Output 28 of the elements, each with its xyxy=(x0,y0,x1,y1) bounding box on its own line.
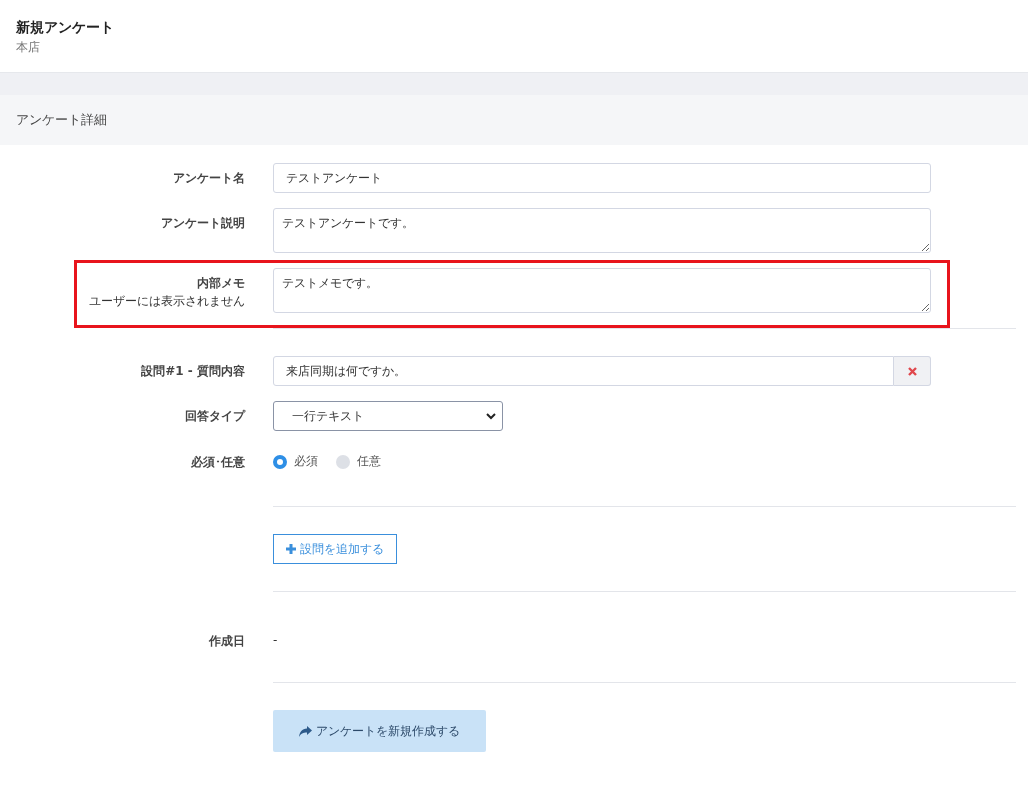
field-note: ユーザーには表示されません xyxy=(89,293,245,310)
field-label: 内部メモ xyxy=(197,275,245,292)
field-label: 必須･任意 xyxy=(191,454,245,471)
radio-button[interactable] xyxy=(336,454,350,469)
close-icon xyxy=(907,366,917,376)
field-label: アンケート名 xyxy=(173,170,245,187)
field-label: アンケート説明 xyxy=(161,215,245,232)
section-title: アンケート詳細 xyxy=(16,111,107,129)
question-field[interactable]: 来店同期は何ですか。 xyxy=(273,356,894,386)
text-field[interactable]: テストアンケート xyxy=(273,163,931,193)
field-label: 作成日 xyxy=(209,633,245,650)
create-survey-button[interactable]: アンケートを新規作成する xyxy=(273,710,486,752)
answer-type-select[interactable]: 一行テキスト xyxy=(273,401,503,431)
add-question-button[interactable]: 設問を追加する xyxy=(273,534,397,564)
store-name: 本店 xyxy=(16,39,41,56)
radio-button[interactable] xyxy=(273,454,287,469)
page-title: 新規アンケート xyxy=(16,19,115,37)
share-arrow-icon xyxy=(299,725,312,737)
created-date: - xyxy=(273,632,279,647)
field-label: 回答タイプ xyxy=(185,408,245,425)
textarea-field[interactable]: テストアンケートです。 xyxy=(273,208,931,253)
chevron-down-icon xyxy=(486,412,496,420)
delete-button[interactable] xyxy=(894,356,931,386)
radio-option[interactable]: 必須 xyxy=(273,453,318,470)
textarea-field[interactable]: テストメモです。 xyxy=(273,268,931,313)
field-label: 設問#1 - 質問内容 xyxy=(141,363,245,380)
radio-option[interactable]: 任意 xyxy=(336,453,381,470)
plus-icon xyxy=(286,544,296,554)
